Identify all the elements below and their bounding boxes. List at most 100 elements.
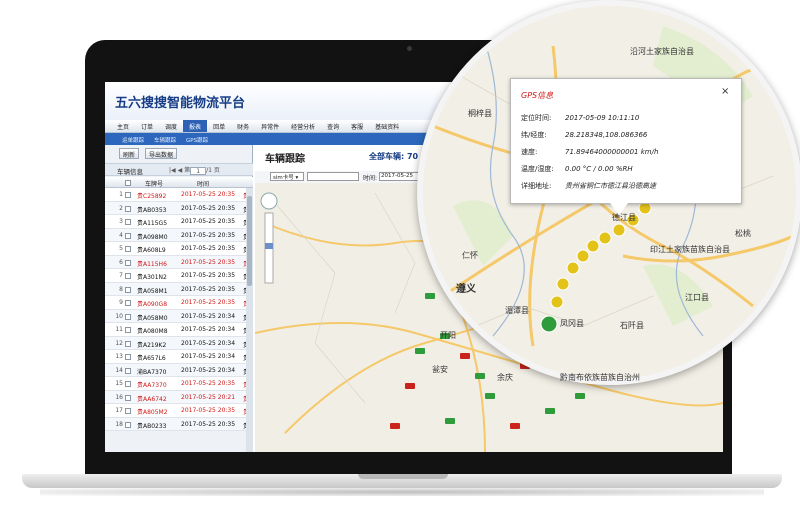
gps-field-value: 71.89464000000001 km/h — [565, 148, 659, 156]
laptop-shadow — [40, 488, 764, 496]
row-checkbox[interactable] — [125, 340, 131, 347]
row-number: 11 — [115, 326, 123, 333]
table-row[interactable]: 1贵C258922017-05-25 20:35贵 — [105, 188, 253, 202]
vehicle-grid-header: 车牌号 时间 — [105, 177, 253, 188]
truck-marker-icon[interactable] — [485, 393, 495, 399]
laptop-camera — [407, 46, 412, 51]
column-plate[interactable]: 车牌号 — [145, 179, 163, 188]
sim-select[interactable]: sim卡号 ▾ — [270, 172, 304, 181]
time-cell: 2017-05-25 20:35 — [181, 258, 236, 266]
map-label-tongzi: 桐梓县 — [468, 109, 492, 118]
table-row[interactable]: 16贵AA67422017-05-25 20:21贵 — [105, 390, 253, 404]
nav-item[interactable]: 调度 — [159, 120, 183, 132]
table-row[interactable]: 5贵A608L92017-05-25 20:35贵 — [105, 242, 253, 256]
nav-item[interactable]: 主页 — [111, 120, 135, 132]
select-all-checkbox[interactable] — [125, 180, 131, 186]
close-icon[interactable]: × — [721, 86, 729, 97]
nav-item[interactable]: 订单 — [135, 120, 159, 132]
table-row[interactable]: 9贵A090G82017-05-25 20:35贵 — [105, 296, 253, 310]
table-row[interactable]: 12贵A219K22017-05-25 20:34贵 — [105, 336, 253, 350]
row-number: 13 — [115, 353, 123, 360]
row-checkbox[interactable] — [125, 192, 131, 198]
track-point-icon[interactable] — [550, 295, 564, 309]
row-checkbox[interactable] — [125, 300, 131, 306]
gps-field-label: 详细地址: — [521, 182, 552, 190]
export-button[interactable]: 导出数据 — [145, 148, 178, 159]
page-input[interactable]: 1 — [190, 166, 207, 175]
row-checkbox[interactable] — [125, 246, 131, 252]
gps-field-row: 速度: 71.89464000000001 km/h — [521, 147, 658, 157]
truck-marker-icon[interactable] — [545, 408, 555, 414]
row-checkbox[interactable] — [125, 394, 131, 401]
row-number: 7 — [119, 272, 123, 279]
table-row[interactable]: 10贵A058M02017-05-25 20:34贵 — [105, 309, 253, 323]
track-point-icon[interactable] — [540, 315, 558, 333]
row-checkbox[interactable] — [125, 313, 131, 320]
map-label-fenggang: 凤冈县 — [560, 319, 584, 328]
table-row[interactable]: 11贵A080M82017-05-25 20:34贵 — [105, 323, 253, 337]
table-row[interactable]: 15贵AA73702017-05-25 20:35贵 — [105, 377, 253, 391]
table-row[interactable]: 6贵A115H62017-05-25 20:35贵 — [105, 255, 253, 269]
row-checkbox[interactable] — [125, 381, 131, 387]
row-checkbox[interactable] — [125, 367, 131, 374]
table-row[interactable]: 18贵AB02332017-05-25 20:35贵 — [105, 417, 253, 431]
track-point-icon[interactable] — [566, 261, 580, 275]
nav-item[interactable]: 异常件 — [255, 120, 285, 132]
plate-cell: 贵A219K2 — [137, 341, 167, 349]
time-input[interactable]: 2017-05-25 — [379, 172, 419, 181]
nav-item[interactable]: 报表 — [183, 120, 208, 132]
table-row[interactable]: 3贵A115G52017-05-25 20:35贵 — [105, 215, 253, 229]
truck-marker-icon[interactable] — [390, 423, 400, 429]
track-point-icon[interactable] — [576, 249, 590, 263]
row-checkbox[interactable] — [125, 219, 131, 225]
track-point-icon[interactable] — [598, 231, 612, 245]
subnav-item[interactable]: GPS跟踪 — [181, 133, 213, 145]
refresh-button[interactable]: 刷新 — [119, 148, 140, 159]
truck-marker-icon[interactable] — [575, 393, 585, 399]
vehicle-scrollbar[interactable] — [246, 188, 253, 452]
table-row[interactable]: 2贵AB03532017-05-25 20:35贵 — [105, 201, 253, 215]
column-time[interactable]: 时间 — [197, 179, 209, 188]
row-checkbox[interactable] — [125, 273, 131, 279]
row-checkbox[interactable] — [125, 232, 131, 239]
subnav-item[interactable]: 运单跟踪 — [117, 133, 149, 145]
truck-marker-icon[interactable] — [445, 418, 455, 424]
track-point-icon[interactable] — [612, 223, 626, 237]
row-checkbox[interactable] — [125, 259, 131, 266]
sim-input[interactable] — [307, 172, 359, 181]
nav-item[interactable]: 客服 — [345, 120, 369, 132]
table-row[interactable]: 13贵A657L62017-05-25 20:34贵 — [105, 350, 253, 364]
scroll-thumb[interactable] — [247, 196, 252, 286]
track-point-icon[interactable] — [586, 239, 600, 253]
truck-marker-icon[interactable] — [405, 383, 415, 389]
table-row[interactable]: 8贵A058M12017-05-25 20:35贵 — [105, 282, 253, 296]
panel-title: 车辆信息 — [117, 168, 143, 176]
time-cell: 2017-05-25 20:35 — [181, 191, 236, 198]
nav-item[interactable]: 查询 — [321, 120, 345, 132]
nav-item[interactable]: 基础资料 — [369, 120, 405, 132]
table-row[interactable]: 17贵A805M22017-05-25 20:35贵 — [105, 404, 253, 418]
row-checkbox[interactable] — [125, 421, 131, 428]
truck-marker-icon[interactable] — [510, 423, 520, 429]
subnav-item[interactable]: 车辆跟踪 — [149, 133, 181, 145]
prev-page-icon[interactable]: ◀ — [178, 167, 183, 174]
nav-item[interactable]: 回单 — [207, 120, 231, 132]
track-point-icon[interactable] — [556, 277, 570, 291]
time-cell: 2017-05-25 20:34 — [181, 339, 236, 347]
row-checkbox[interactable] — [125, 408, 131, 414]
plate-cell: 贵A098M0 — [137, 233, 168, 241]
row-checkbox[interactable] — [125, 327, 131, 333]
table-row[interactable]: 4贵A098M02017-05-25 20:35贵 — [105, 228, 253, 242]
nav-item[interactable]: 经营分析 — [285, 120, 321, 132]
map-label-yuqing: 余庆 — [497, 373, 513, 382]
nav-item[interactable]: 财务 — [231, 120, 255, 132]
row-checkbox[interactable] — [125, 286, 131, 293]
table-row[interactable]: 14渝BA73702017-05-25 20:34贵 — [105, 363, 253, 377]
first-page-icon[interactable]: |◀ — [169, 167, 176, 174]
row-checkbox[interactable] — [125, 205, 131, 212]
app-title: 五六搜搜智能物流平台 — [115, 96, 246, 111]
table-row[interactable]: 7贵A301N22017-05-25 20:35贵 — [105, 269, 253, 283]
row-checkbox[interactable] — [125, 354, 131, 360]
plate-cell: 贵A115G5 — [137, 220, 168, 227]
map-label-yinjiang: 印江土家族苗族自治县 — [650, 245, 730, 254]
